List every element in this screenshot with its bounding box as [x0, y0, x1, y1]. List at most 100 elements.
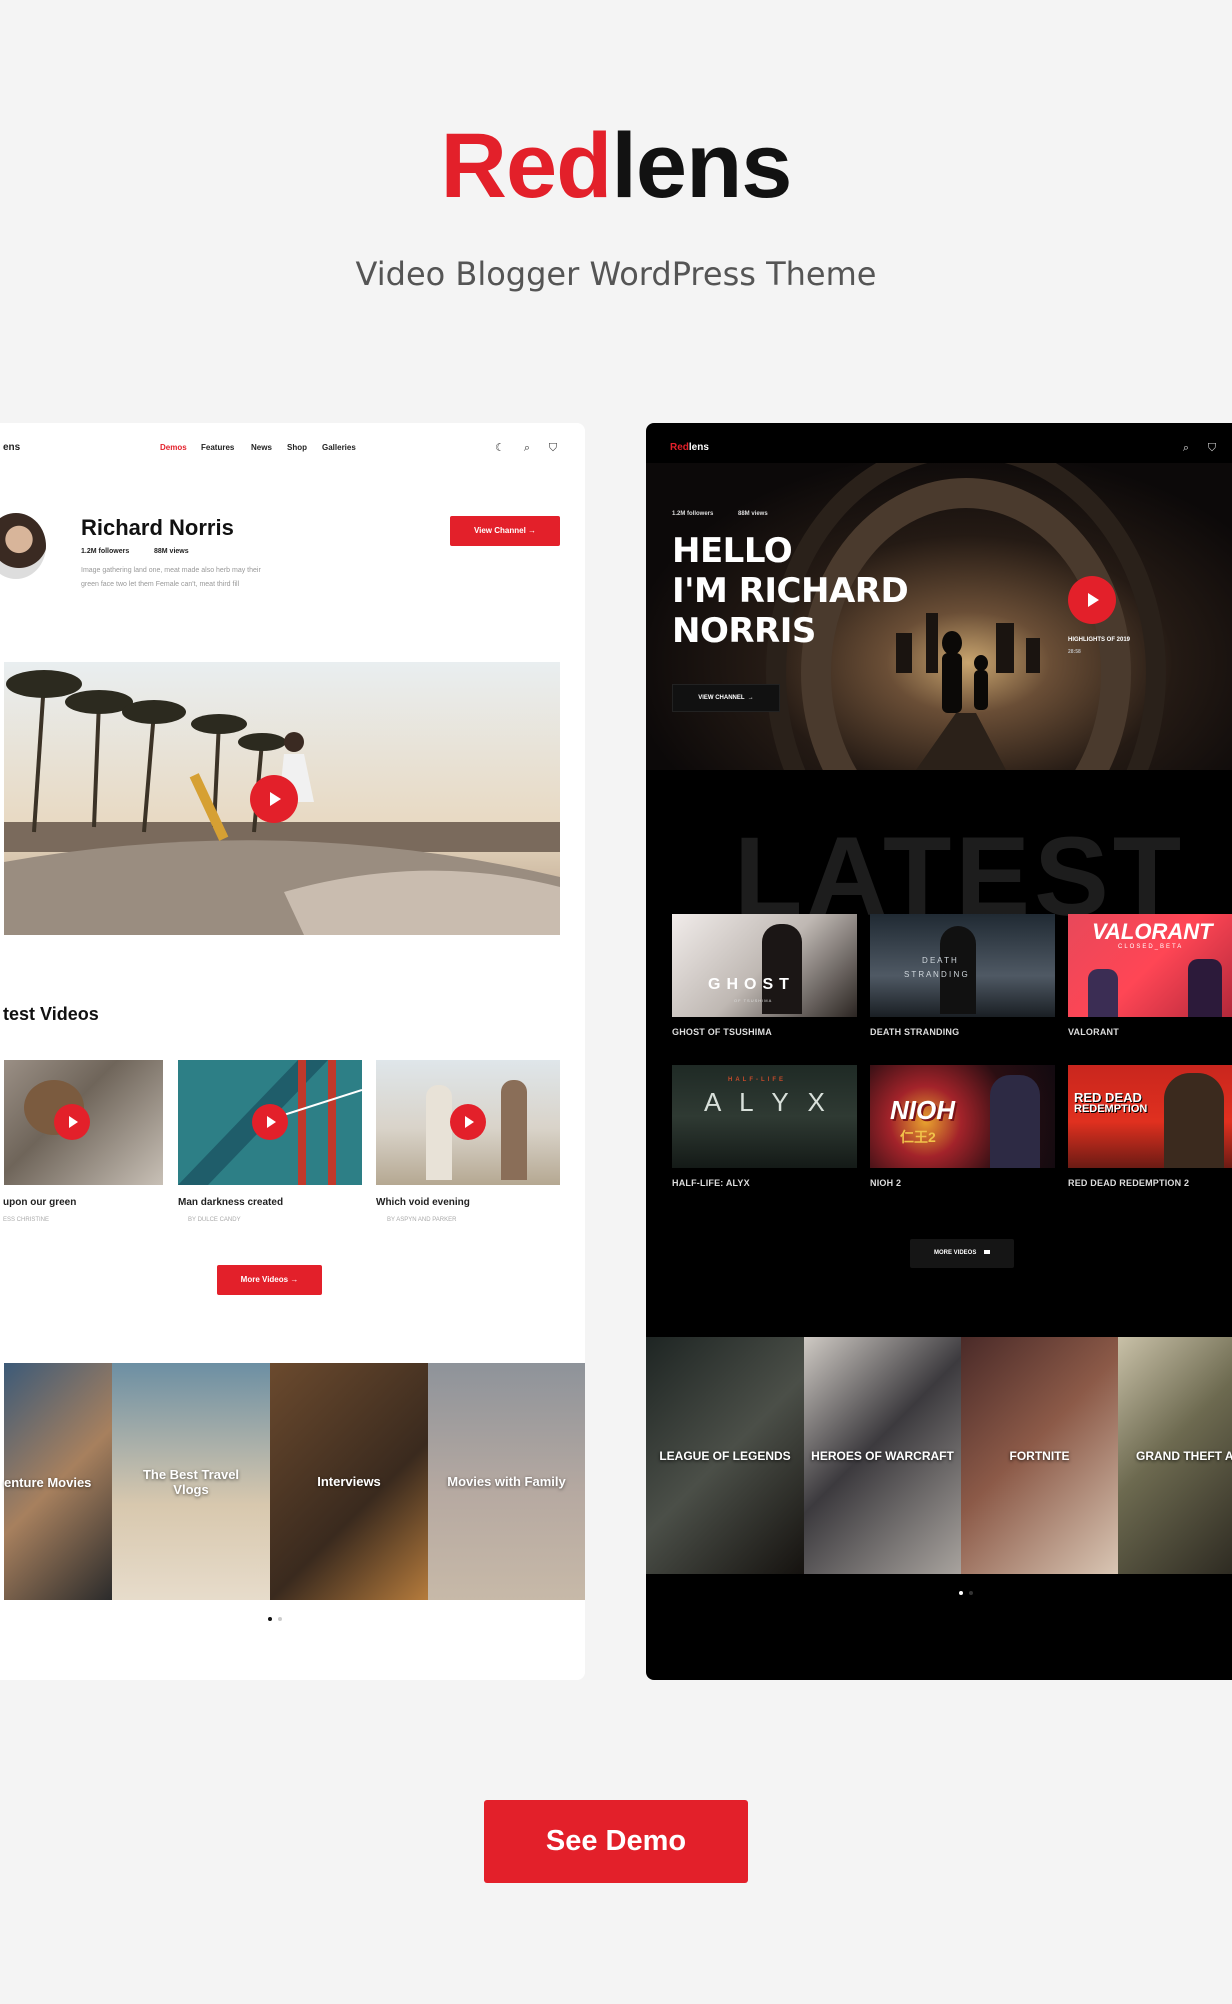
- nav-news[interactable]: News: [251, 443, 272, 452]
- play-icon[interactable]: [1068, 576, 1116, 624]
- carousel-dot[interactable]: [278, 1617, 282, 1621]
- video-title[interactable]: Man darkness created: [178, 1197, 283, 1208]
- hero-title-line1: HELLO: [672, 531, 793, 571]
- game-art-sub: OF TSUSHIMA: [734, 998, 773, 1003]
- video-author: BY DULCE CANDY: [188, 1217, 241, 1223]
- carousel-dot[interactable]: [959, 1591, 963, 1595]
- video-title[interactable]: upon our green: [3, 1197, 76, 1208]
- more-videos-label: More Videos: [240, 1275, 289, 1284]
- highlight-time: 28:58: [1068, 649, 1081, 655]
- play-icon[interactable]: [450, 1104, 486, 1140]
- game-thumb-rdr2[interactable]: RED DEAD REDEMPTION: [1068, 1065, 1232, 1168]
- dark-logo-red: Red: [670, 442, 689, 453]
- brand-red: Red: [440, 115, 613, 217]
- game-art-text: NIOH: [890, 1095, 955, 1125]
- game-title[interactable]: HALF-LIFE: ALYX: [672, 1178, 750, 1188]
- game-art-sub: S T R A N D I N G: [904, 970, 968, 979]
- hero-views: 88M views: [738, 511, 768, 517]
- category-card[interactable]: enture Movies: [4, 1363, 112, 1600]
- video-thumb[interactable]: [178, 1060, 362, 1185]
- game-title[interactable]: NIOH 2: [870, 1178, 901, 1188]
- search-icon[interactable]: ⌕: [521, 442, 533, 454]
- more-videos-button[interactable]: More Videos →: [217, 1265, 322, 1295]
- category-label: FORTNITE: [1009, 1448, 1070, 1463]
- brand-dark: lens: [611, 115, 792, 217]
- category-label: The Best Travel Vlogs: [142, 1466, 240, 1497]
- light-logo[interactable]: ens: [3, 442, 20, 453]
- category-label: Interviews: [317, 1474, 381, 1489]
- profile-bio-1: Image gathering land one, meat made also…: [81, 567, 261, 574]
- profile-name: Richard Norris: [81, 515, 234, 540]
- game-thumb-valorant[interactable]: VALORANT CLOSED_BETA: [1068, 914, 1232, 1017]
- category-card[interactable]: LEAGUE OF LEGENDS: [646, 1337, 804, 1574]
- game-art-text: D E A T H: [922, 956, 957, 965]
- view-channel-button[interactable]: VIEW CHANNEL →: [672, 684, 780, 712]
- game-title[interactable]: VALORANT: [1068, 1027, 1119, 1037]
- category-card[interactable]: Movies with Family: [428, 1363, 585, 1600]
- nav-shop[interactable]: Shop: [287, 443, 307, 452]
- video-author: ESS CHRISTINE: [3, 1217, 50, 1223]
- category-card[interactable]: GRAND THEFT AU: [1118, 1337, 1232, 1574]
- cart-icon[interactable]: ⛉: [1206, 442, 1218, 454]
- search-icon[interactable]: ⌕: [1180, 442, 1192, 454]
- dark-demo-preview[interactable]: Redlens ⌕ ⛉ 1.2M followers 88M views HEL…: [646, 423, 1232, 1680]
- game-thumb-alyx[interactable]: HALF-LIFE A L Y X: [672, 1065, 857, 1168]
- game-art-text: VALORANT: [1092, 919, 1213, 944]
- profile-views: 88M views: [154, 548, 189, 555]
- play-icon[interactable]: [54, 1104, 90, 1140]
- see-demo-button[interactable]: See Demo: [484, 1800, 748, 1883]
- hero-followers: 1.2M followers: [672, 511, 714, 517]
- category-card[interactable]: Interviews: [270, 1363, 428, 1600]
- view-channel-label: View Channel: [473, 526, 526, 535]
- game-art-text: GHOST: [708, 976, 795, 993]
- video-thumb[interactable]: [376, 1060, 560, 1185]
- hero-title-line2: I'M RICHARD: [672, 571, 909, 611]
- category-card[interactable]: The Best Travel Vlogs: [112, 1363, 270, 1600]
- category-label: GRAND THEFT AU: [1136, 1448, 1232, 1463]
- video-title[interactable]: Which void evening: [376, 1197, 470, 1208]
- carousel-dot[interactable]: [969, 1591, 973, 1595]
- category-label: LEAGUE OF LEGENDS: [659, 1448, 791, 1463]
- featured-video[interactable]: [4, 662, 560, 935]
- more-videos-button[interactable]: MORE VIDEOS: [910, 1239, 1014, 1268]
- game-thumb-nioh[interactable]: NIOH 仁王2: [870, 1065, 1055, 1168]
- more-videos-label: MORE VIDEOS: [933, 1250, 977, 1256]
- carousel-dot[interactable]: [268, 1617, 272, 1621]
- tagline: Video Blogger WordPress Theme: [355, 255, 877, 293]
- light-demo-preview[interactable]: ens Demos Features News Shop Galleries ☾…: [0, 423, 585, 1680]
- video-thumb[interactable]: [4, 1060, 163, 1185]
- category-card[interactable]: FORTNITE: [961, 1337, 1118, 1574]
- category-card[interactable]: HEROES OF WARCRAFT: [804, 1337, 961, 1574]
- carousel-dots[interactable]: [959, 1591, 973, 1595]
- game-title[interactable]: DEATH STRANDING: [870, 1027, 959, 1037]
- category-label: HEROES OF WARCRAFT: [811, 1448, 954, 1463]
- play-icon[interactable]: [252, 1104, 288, 1140]
- game-title[interactable]: GHOST OF TSUSHIMA: [672, 1027, 772, 1037]
- game-art-sub: A L Y X: [704, 1087, 831, 1117]
- category-label: Movies with Family: [447, 1474, 566, 1489]
- hero-title-line3: NORRIS: [672, 611, 816, 651]
- game-art-sub: CLOSED_BETA: [1118, 944, 1184, 950]
- game-art-sub: REDEMPTION: [1074, 1103, 1148, 1115]
- avatar: [0, 513, 46, 579]
- game-art-text: HALF-LIFE: [728, 1077, 786, 1083]
- carousel-dots[interactable]: [268, 1617, 282, 1621]
- game-art-sub: 仁王2: [900, 1129, 936, 1145]
- profile-bio-2: green face two let them Female can't, me…: [81, 581, 240, 588]
- nav-demos[interactable]: Demos: [160, 443, 187, 452]
- latest-videos-heading: test Videos: [3, 1004, 99, 1024]
- play-icon[interactable]: [250, 775, 298, 823]
- nav-features[interactable]: Features: [201, 443, 234, 452]
- nav-galleries[interactable]: Galleries: [322, 443, 356, 452]
- game-title[interactable]: RED DEAD REDEMPTION 2: [1068, 1178, 1189, 1188]
- dark-logo[interactable]: Redlens: [670, 442, 709, 453]
- cart-icon[interactable]: ⛉: [547, 442, 559, 454]
- dark-logo-white: lens: [688, 442, 709, 453]
- video-author: BY ASPYN AND PARKER: [387, 1217, 457, 1223]
- game-thumb-death-stranding[interactable]: D E A T H S T R A N D I N G: [870, 914, 1055, 1017]
- dark-mode-icon[interactable]: ☾: [494, 442, 506, 454]
- category-label: enture Movies: [4, 1475, 92, 1490]
- view-channel-button[interactable]: View Channel →: [450, 516, 560, 546]
- game-thumb-ghost[interactable]: GHOST OF TSUSHIMA: [672, 914, 857, 1017]
- brand-title: Redlens: [0, 120, 1232, 212]
